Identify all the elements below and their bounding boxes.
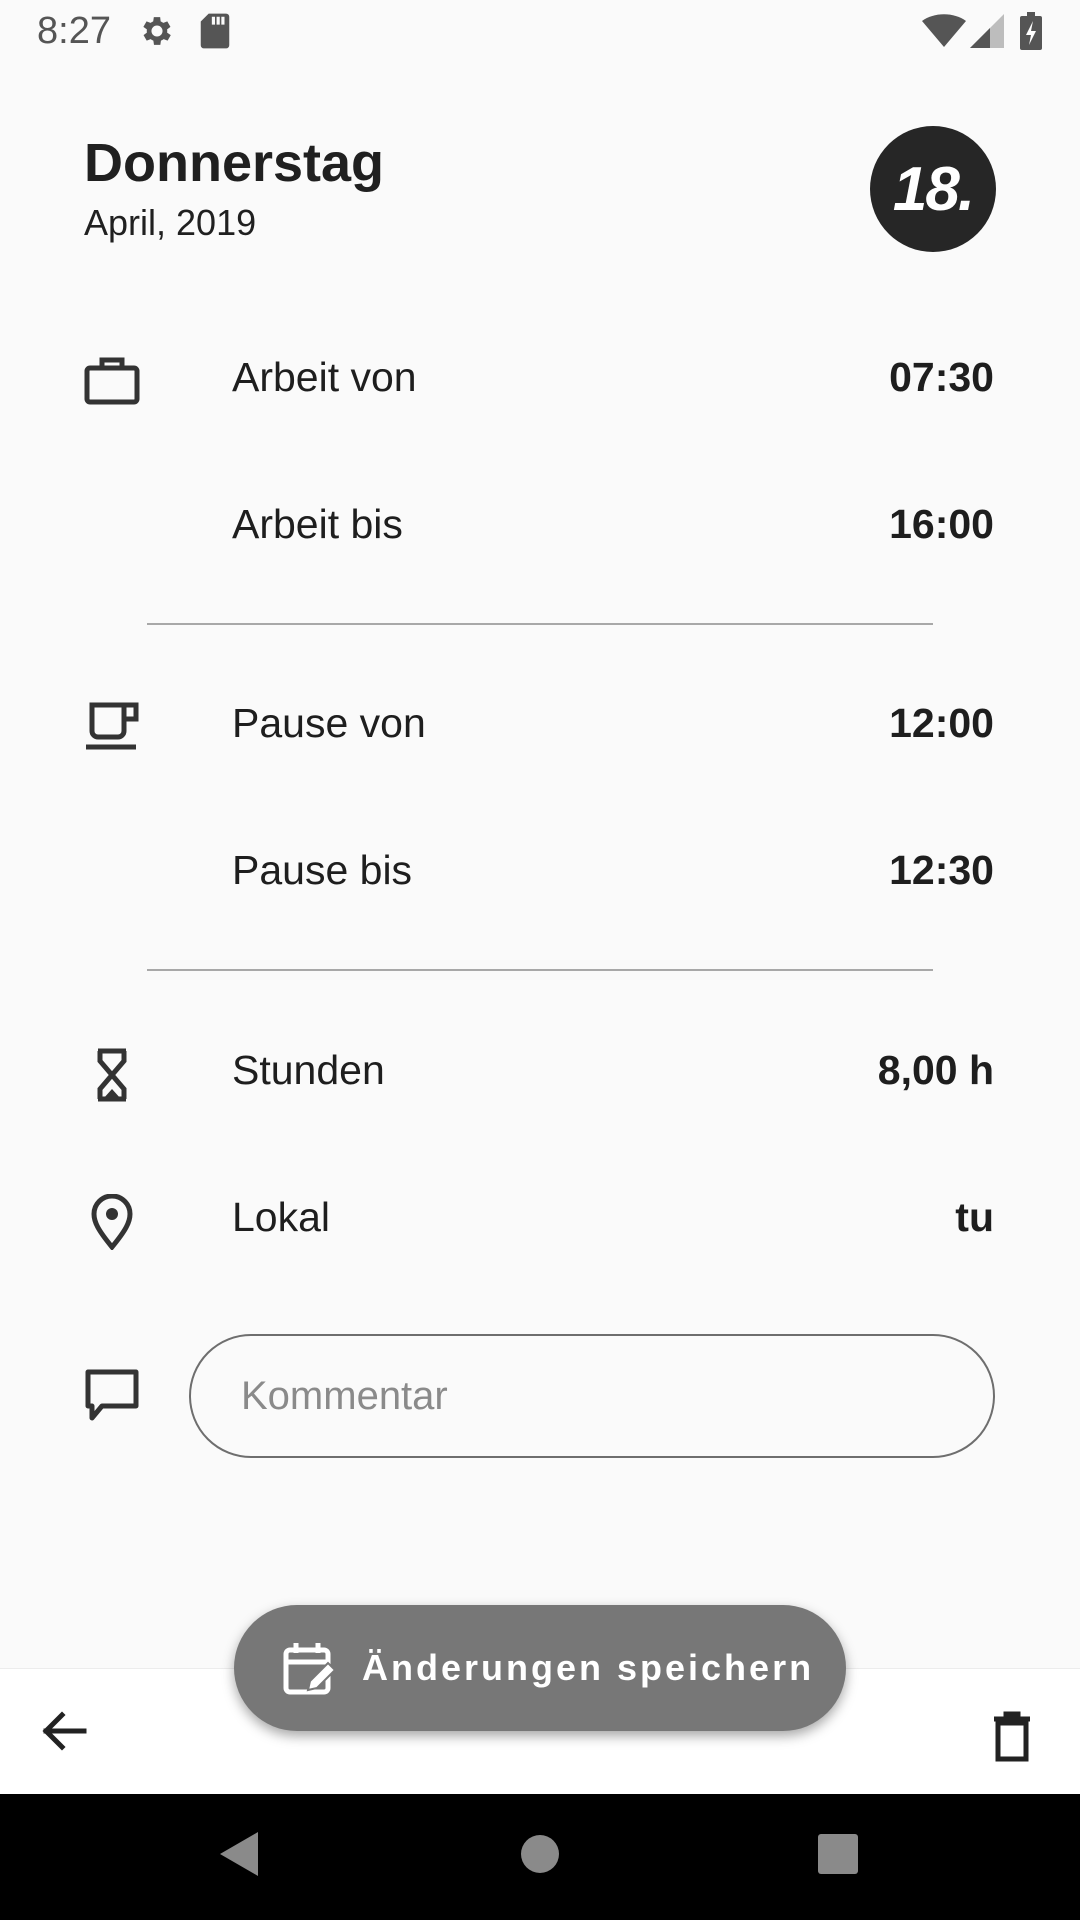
battery-charging-icon [1020, 12, 1042, 55]
break-from-value[interactable]: 12:00 [889, 700, 994, 747]
wifi-icon [922, 14, 966, 53]
work-to-row[interactable]: Arbeit bis 16:00 [0, 485, 1080, 565]
divider [147, 969, 933, 971]
calendar-edit-icon [282, 1640, 338, 1696]
location-row[interactable]: Lokal tu [0, 1178, 1080, 1258]
break-to-value[interactable]: 12:30 [889, 847, 994, 894]
location-value[interactable]: tu [955, 1194, 994, 1241]
save-changes-label: Änderungen speichern [362, 1647, 815, 1688]
break-from-row[interactable]: Pause von 12:00 [0, 684, 1080, 764]
sd-card-icon [198, 12, 232, 55]
page-title: Donnerstag [84, 133, 385, 193]
gear-icon [138, 12, 176, 55]
comment-row [0, 1334, 1080, 1462]
hours-label: Stunden [232, 1047, 385, 1093]
page-subtitle: April, 2019 [84, 202, 257, 243]
divider [147, 623, 933, 625]
nav-recents-icon[interactable] [818, 1834, 858, 1879]
comment-input[interactable] [189, 1334, 995, 1458]
briefcase-icon [84, 354, 148, 410]
save-changes-button[interactable]: Änderungen speichern [234, 1605, 846, 1731]
break-from-label: Pause von [232, 700, 426, 746]
hours-value: 8,00 h [877, 1047, 994, 1093]
trash-icon[interactable] [992, 1711, 1044, 1763]
work-to-value[interactable]: 16:00 [889, 501, 994, 548]
work-from-value[interactable]: 07:30 [889, 354, 994, 401]
status-time: 8:27 [37, 10, 111, 52]
system-nav-bar [0, 1794, 1080, 1920]
coffee-cup-icon [84, 700, 148, 756]
break-to-label: Pause bis [232, 847, 413, 893]
break-to-row[interactable]: Pause bis 12:30 [0, 831, 1080, 911]
work-from-label: Arbeit von [232, 354, 417, 400]
location-pin-icon [84, 1193, 148, 1251]
work-to-label: Arbeit bis [232, 501, 403, 547]
nav-back-icon[interactable] [218, 1830, 260, 1883]
cell-signal-icon [970, 14, 1004, 53]
work-from-row[interactable]: Arbeit von 07:30 [0, 338, 1080, 418]
hourglass-icon [84, 1047, 148, 1103]
comment-icon [84, 1368, 140, 1429]
nav-home-icon[interactable] [520, 1834, 560, 1879]
status-bar: 8:27 [0, 0, 1080, 64]
arrow-back-icon[interactable] [38, 1705, 90, 1757]
date-badge: 18. [870, 126, 996, 252]
location-label: Lokal [232, 1194, 331, 1240]
hours-row: Stunden 8,00 h [0, 1031, 1080, 1111]
